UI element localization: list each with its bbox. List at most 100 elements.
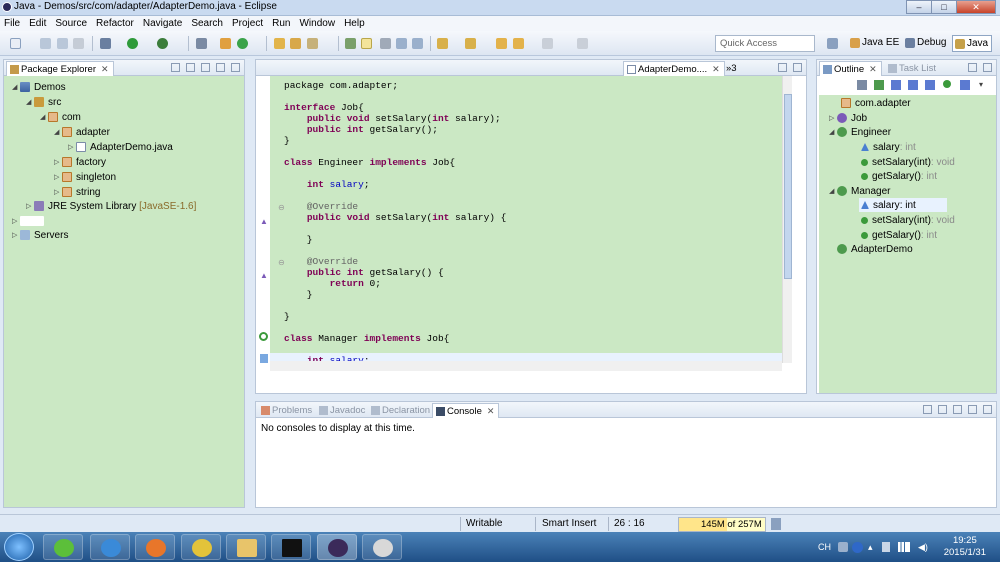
link-editor-icon[interactable] (943, 80, 951, 88)
forward-icon[interactable] (542, 38, 553, 49)
taskbar-eclipse[interactable] (317, 534, 357, 560)
tree-item[interactable]: ▷ factory (54, 155, 106, 169)
taskbar-ie[interactable] (90, 534, 130, 560)
taskbar-360-browser[interactable] (43, 534, 83, 560)
collapsed-arrow-icon[interactable]: ▷ (26, 202, 34, 210)
hide-fields-icon[interactable] (874, 80, 884, 90)
taskbar-cmd[interactable] (271, 534, 311, 560)
minimize-view-icon[interactable] (778, 63, 787, 72)
tree-item[interactable]: ▷ singleton (54, 170, 116, 184)
menu-navigate[interactable]: Navigate (143, 18, 182, 29)
save-all-icon[interactable] (57, 38, 68, 49)
tree-item[interactable]: ▷ string (54, 185, 100, 199)
tree-item[interactable]: ◢ adapter (54, 125, 110, 139)
menu-help[interactable]: Help (344, 18, 365, 29)
print-icon[interactable] (73, 38, 84, 49)
tab-declaration[interactable]: Declaration (368, 403, 434, 418)
close-icon[interactable]: ✕ (101, 64, 109, 74)
tree-item[interactable]: ▷ AdapterDemo.java (68, 140, 173, 154)
tab-editor-1[interactable] (260, 61, 346, 76)
menu-project[interactable]: Project (232, 18, 263, 29)
expanded-arrow-icon[interactable]: ◢ (54, 128, 62, 136)
open-console-icon[interactable] (953, 405, 962, 414)
perspective-javaee[interactable]: Java EE (848, 35, 902, 52)
close-button[interactable]: ✕ (956, 0, 996, 14)
save-icon[interactable] (40, 38, 51, 49)
tab-editor-4[interactable] (536, 61, 622, 76)
close-icon[interactable]: ✕ (487, 406, 495, 416)
pin-editor-icon[interactable] (577, 38, 588, 49)
maximize-view-icon[interactable] (793, 63, 802, 72)
expanded-arrow-icon[interactable]: ◢ (829, 187, 837, 195)
outline-item[interactable]: salary : int (861, 140, 916, 154)
help-icon[interactable] (852, 542, 863, 553)
collapsed-arrow-icon[interactable]: ▷ (68, 143, 76, 151)
outline-item-selected[interactable]: salary : int (859, 198, 947, 212)
outline-item[interactable]: ◢ Manager (829, 184, 890, 198)
highlight-icon[interactable] (361, 38, 372, 49)
tab-overflow[interactable]: »3 (722, 61, 741, 76)
tab-javadoc[interactable]: Javadoc (316, 403, 369, 418)
maximize-view-icon[interactable] (983, 405, 992, 414)
tab-problems[interactable]: Problems (258, 403, 316, 418)
hide-nonpublic-icon[interactable] (908, 80, 918, 90)
tab-adapterdemo[interactable]: AdapterDemo.... ✕ (623, 61, 725, 76)
menu-edit[interactable]: Edit (29, 18, 46, 29)
view-menu-icon[interactable]: ▾ (979, 80, 983, 89)
volume-icon[interactable]: ◀) (918, 542, 928, 553)
outline-item[interactable]: AdapterDemo (837, 242, 913, 256)
expanded-arrow-icon[interactable]: ◢ (829, 128, 837, 136)
tree-item[interactable]: ▷ JRE System Library [JavaSE-1.6] (26, 199, 196, 213)
outline-item[interactable]: ▷ Job (829, 111, 867, 125)
outline-item[interactable]: getSalary() : int (861, 169, 937, 183)
outline-item[interactable]: com.adapter (833, 96, 911, 110)
tab-package-explorer[interactable]: Package Explorer ✕ (6, 61, 114, 76)
editor-horizontal-scrollbar[interactable] (270, 361, 782, 371)
clock[interactable]: 19:25 2015/1/31 (944, 535, 986, 559)
keyboard-icon[interactable] (838, 542, 848, 552)
tab-editor-2[interactable] (350, 61, 440, 76)
outline-item[interactable]: getSalary() : int (861, 228, 937, 242)
menu-file[interactable]: File (4, 18, 20, 29)
collapse-all-icon[interactable] (171, 63, 180, 72)
fold-icon[interactable]: ⊖ (278, 203, 285, 212)
prev-annotation-icon[interactable] (465, 38, 476, 49)
minimize-view-icon[interactable] (968, 405, 977, 414)
tree-item[interactable]: ◢ Demos (12, 80, 66, 94)
minimize-view-icon[interactable] (968, 63, 977, 72)
tree-item[interactable]: ◢ com (40, 110, 81, 124)
tab-editor-3[interactable] (444, 61, 532, 76)
outline-item[interactable]: setSalary(int) : void (861, 155, 955, 169)
tree-item[interactable]: ◢ src (26, 95, 61, 109)
menu-refactor[interactable]: Refactor (96, 18, 134, 29)
start-button[interactable] (4, 533, 34, 561)
sort-icon[interactable] (857, 80, 867, 90)
tree-item[interactable]: ▷ Servers (12, 228, 68, 242)
heap-status[interactable]: 145M of 257M (678, 517, 766, 532)
expanded-arrow-icon[interactable]: ◢ (26, 98, 34, 106)
paragraph-icon[interactable] (412, 38, 423, 49)
expanded-arrow-icon[interactable]: ◢ (40, 113, 48, 121)
show-hidden-icons[interactable]: ▴ (868, 542, 873, 553)
maximize-view-icon[interactable] (231, 63, 240, 72)
filter-icon[interactable] (960, 80, 970, 90)
collapsed-arrow-icon[interactable]: ▷ (54, 188, 62, 196)
garbage-collect-icon[interactable] (771, 518, 781, 530)
display-console-icon[interactable] (938, 405, 947, 414)
menu-search[interactable]: Search (191, 18, 223, 29)
build-icon[interactable] (100, 38, 111, 49)
pin-console-icon[interactable] (923, 405, 932, 414)
outline-item[interactable]: setSalary(int) : void (861, 213, 955, 227)
perspective-debug[interactable]: Debug (903, 35, 949, 52)
menu-source[interactable]: Source (55, 18, 87, 29)
new-icon[interactable] (10, 38, 21, 49)
editor-vertical-scrollbar[interactable] (782, 76, 792, 363)
show-whitespace-icon[interactable] (396, 38, 407, 49)
outline-item[interactable]: ◢ Engineer (829, 125, 891, 139)
hide-static-icon[interactable] (891, 80, 901, 90)
flag-icon[interactable] (882, 542, 890, 552)
fold-icon[interactable]: ⊖ (278, 258, 285, 267)
network-icon[interactable] (898, 542, 910, 552)
menu-window[interactable]: Window (299, 18, 335, 29)
toggle-mark-icon[interactable] (345, 38, 356, 49)
